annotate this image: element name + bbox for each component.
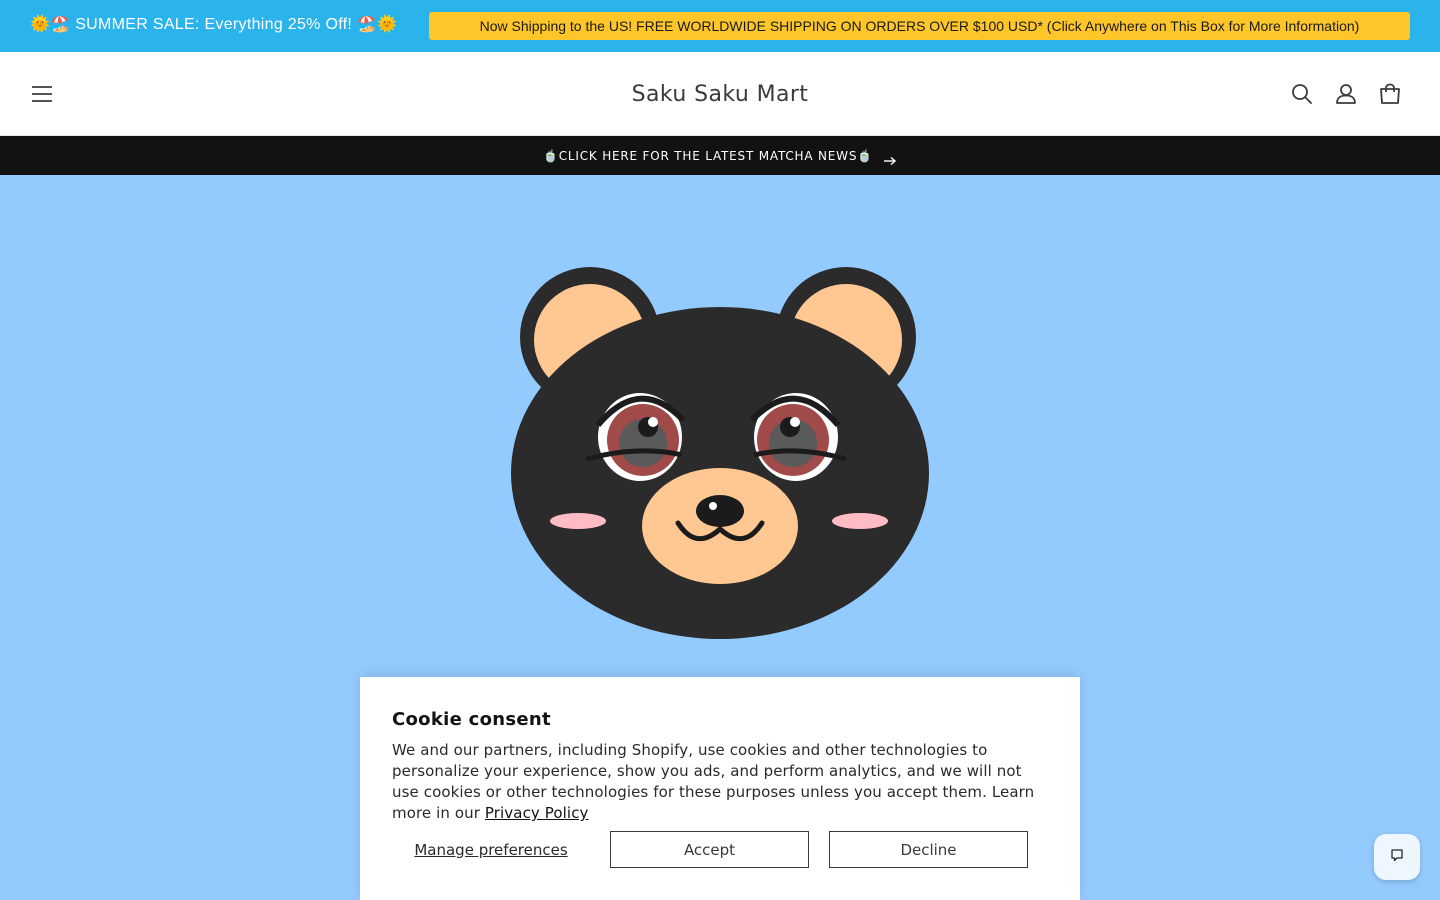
chat-widget-button[interactable] — [1374, 834, 1420, 880]
accept-button[interactable]: Accept — [610, 831, 809, 868]
account-icon[interactable] — [1333, 81, 1359, 107]
manage-preferences-link[interactable]: Manage preferences — [392, 831, 590, 868]
privacy-policy-link[interactable]: Privacy Policy — [485, 804, 589, 822]
bear-mascot-illustration — [511, 267, 929, 639]
menu-icon[interactable] — [30, 82, 54, 106]
arrow-right-icon — [883, 151, 897, 165]
chat-bubble-icon — [1389, 847, 1405, 867]
cookie-consent-body: We and our partners, including Shopify, … — [392, 740, 1052, 824]
site-header: Saku Saku Mart — [0, 52, 1440, 136]
matcha-news-link[interactable]: 🍵CLICK HERE FOR THE LATEST MATCHA NEWS🍵 — [543, 149, 873, 163]
brand-logo-text[interactable]: Saku Saku Mart — [632, 82, 809, 107]
shipping-info-box[interactable]: Now Shipping to the US! FREE WORLDWIDE S… — [429, 12, 1410, 40]
cookie-consent-dialog: Cookie consent We and our partners, incl… — [360, 677, 1080, 900]
decline-button[interactable]: Decline — [829, 831, 1028, 868]
promo-bar: 🌞🏖️ SUMMER SALE: Everything 25% Off! 🏖️🌞… — [0, 0, 1440, 52]
cookie-actions: Manage preferences Accept Decline — [392, 831, 1048, 868]
search-icon[interactable] — [1289, 81, 1315, 107]
brand-container: Saku Saku Mart — [0, 52, 1440, 136]
cookie-consent-title: Cookie consent — [392, 709, 551, 730]
matcha-news-bar[interactable]: 🍵CLICK HERE FOR THE LATEST MATCHA NEWS🍵 — [0, 136, 1440, 175]
cart-icon[interactable] — [1377, 81, 1403, 107]
summer-sale-text: 🌞🏖️ SUMMER SALE: Everything 25% Off! 🏖️🌞 — [30, 16, 398, 33]
